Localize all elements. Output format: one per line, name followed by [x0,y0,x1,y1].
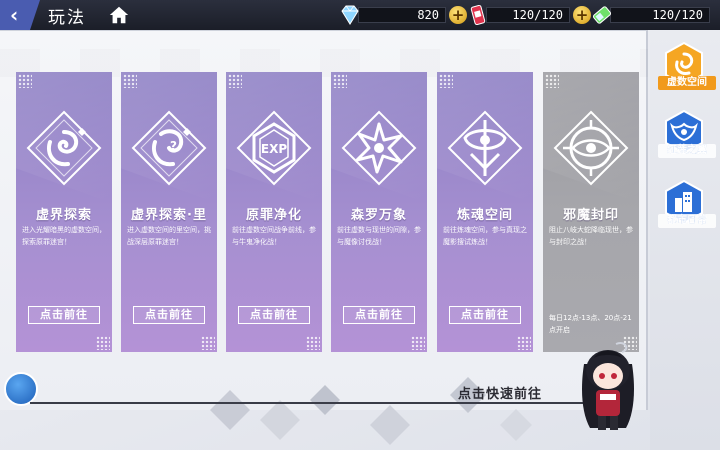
dots-decoration [545,74,559,88]
mode-card-sin-purify[interactable]: EXP 原罪净化 前往虚数空间战争前线，参与牛鬼净化战！ 点击前往 [226,72,322,352]
energy-value: 120/120 [610,7,710,23]
card-title: 炼魂空间 [456,208,513,223]
home-icon[interactable] [108,4,130,26]
mode-card-soul-forge[interactable]: 炼魂空间 前往炼魂空间，参与真现之魔影搜试炼战！ 点击前往 [437,72,533,352]
eye-sword-emblem-icon [447,110,523,186]
stamina-value: 120/120 [486,7,570,23]
dots-decoration [333,74,347,88]
card-title: 虚界探索 [35,208,92,223]
svg-text:?: ? [170,139,177,153]
card-title: 虚界探索·里 [131,208,207,223]
dots-decoration [411,336,425,350]
stamina-add-button[interactable]: + [573,6,591,24]
crystal-counter: 820 + [338,4,467,26]
dots-decoration [123,74,137,88]
chibi-character-icon[interactable] [566,330,650,440]
card-title: 森罗万象 [350,208,407,223]
seal-eye-emblem-icon [553,110,629,186]
chat-bubble-icon[interactable] [4,372,38,406]
card-title: 邪魔封印 [562,208,619,223]
sidebar-item-label: 虚数空间 [658,76,716,90]
back-button[interactable]: ‹ [0,0,40,30]
exp-emblem-icon: EXP [236,110,312,186]
vortex-question-emblem-icon: ? [131,110,207,186]
quick-go-label[interactable]: 点击快速前往 [458,383,542,402]
crystal-value: 820 [358,7,446,23]
crystal-add-button[interactable]: + [449,6,467,24]
go-button[interactable]: 点击前往 [343,306,415,324]
mode-card-demon-seal[interactable]: 邪魔封印 阻止八岐大蛇降临现世，参与封印之战！ 每日12点-13点、20点-21… [543,72,639,352]
card-description: 进入虚数空间的里空间，挑战深层原罪迷宫！ [127,226,211,246]
dots-decoration [18,74,32,88]
go-button[interactable]: 点击前往 [238,306,310,324]
vortex-emblem-icon [26,110,102,186]
top-bar: ‹ 玩法 820 + 120/120 + 120/120 [0,0,720,30]
page-title: 玩法 [48,7,86,28]
floor-diamond-decoration [210,377,532,445]
go-button[interactable]: 点击前往 [28,306,100,324]
back-arrow-icon: ‹ [10,3,19,27]
sidebar-item-label: 都市日常 [658,214,716,228]
starburst-emblem-icon [341,110,417,186]
stamina-counter: 120/120 + [466,4,591,26]
dots-decoration [96,336,110,350]
sidebar-item-city-daily[interactable]: 都市日常 [658,180,716,236]
mode-card-virtual-explore[interactable]: 虚界探索 进入光耀暗黑的虚数空间，探索原罪迷宫！ 点击前往 [16,72,112,352]
battery-icon [592,6,612,24]
card-description: 阻止八岐大蛇降临现世，参与封印之战！ [549,226,633,246]
card-description: 进入光耀暗黑的虚数空间，探索原罪迷宫！ [22,226,106,246]
dots-decoration [201,336,215,350]
go-button[interactable]: 点击前往 [449,306,521,324]
card-title: 原罪净化 [245,208,302,223]
card-description: 前往虚数与现世的间隙，参与魔像讨伐战！ [337,226,421,246]
card-description: 前往炼魂空间，参与真现之魔影搜试炼战！ [443,226,527,246]
stamina-can-icon [470,4,486,26]
go-button[interactable]: 点击前往 [133,306,205,324]
dots-decoration [517,336,531,350]
mode-card-virtual-explore-inner[interactable]: ? 虚界探索·里 进入虚数空间的里空间，挑战深层原罪迷宫！ 点击前往 [121,72,217,352]
dots-decoration [306,336,320,350]
crystal-icon [341,5,359,25]
category-sidebar: 虚数空间 红莲之翼 都市日常 [650,30,720,450]
svg-text:EXP: EXP [261,142,287,156]
bottom-divider [30,402,590,404]
card-description: 前往虚数空间战争前线，参与牛鬼净化战！ [232,226,316,246]
sidebar-item-label: 红莲之翼 [658,144,716,158]
energy-counter: 120/120 [590,4,710,26]
dots-decoration [228,74,242,88]
sidebar-item-crimson-wings[interactable]: 红莲之翼 [658,110,716,166]
dots-decoration [439,74,453,88]
mode-card-all-things[interactable]: 森罗万象 前往虚数与现世的间隙，参与魔像讨伐战！ 点击前往 [331,72,427,352]
sidebar-item-virtual-space[interactable]: 虚数空间 [658,42,716,98]
